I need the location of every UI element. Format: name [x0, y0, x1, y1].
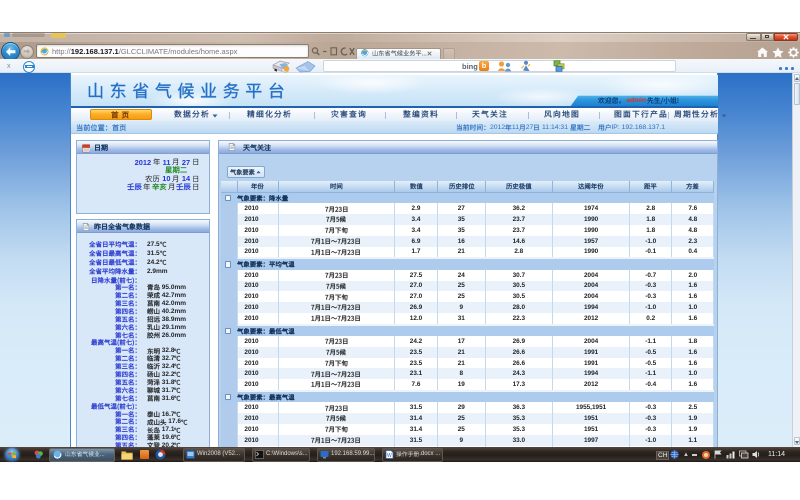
svg-text:W: W — [387, 453, 392, 459]
